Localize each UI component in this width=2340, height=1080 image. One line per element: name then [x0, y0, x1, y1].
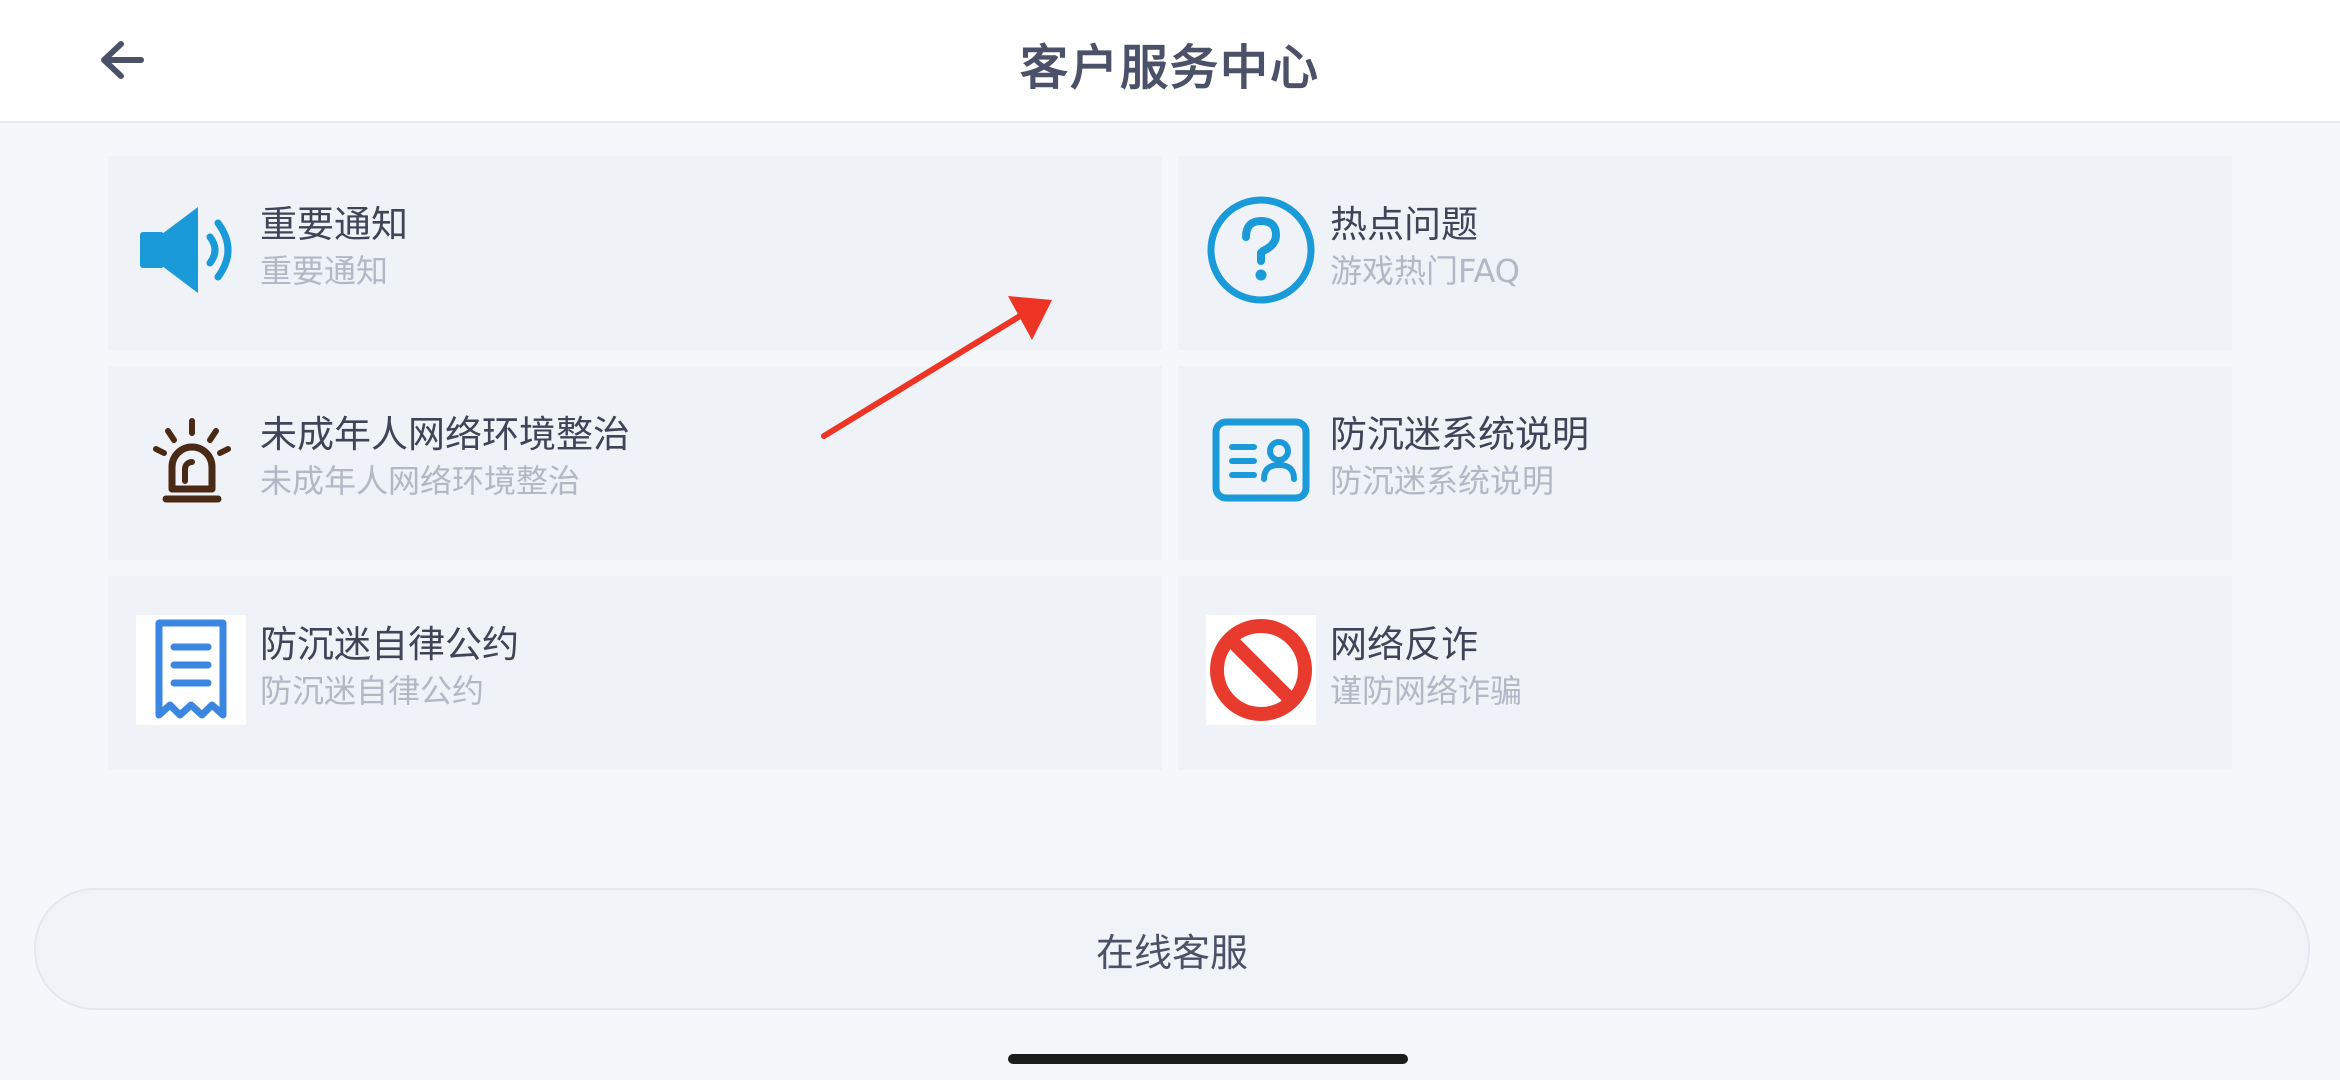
card-title: 网络反诈 — [1330, 623, 1478, 666]
card-title: 重要通知 — [260, 203, 408, 246]
receipt-icon — [136, 615, 246, 725]
card-anti-fraud[interactable]: 网络反诈 谨防网络诈骗 — [1178, 576, 2232, 770]
card-subtitle: 谨防网络诈骗 — [1330, 672, 1523, 710]
siren-icon — [136, 405, 246, 515]
card-anti-addiction-pledge[interactable]: 防沉迷自律公约 防沉迷自律公约 — [108, 576, 1162, 770]
card-subtitle: 未成年人网络环境整治 — [260, 462, 581, 500]
card-subtitle: 重要通知 — [260, 252, 389, 290]
card-title: 未成年人网络环境整治 — [260, 413, 630, 456]
speaker-icon — [136, 195, 246, 305]
card-subtitle: 游戏热门FAQ — [1330, 252, 1520, 290]
prohibited-icon — [1206, 615, 1316, 725]
question-circle-icon — [1206, 195, 1316, 305]
page-title: 客户服务中心 — [1019, 40, 1320, 96]
card-title: 防沉迷系统说明 — [1330, 413, 1589, 456]
online-service-button[interactable]: 在线客服 — [34, 888, 2310, 1010]
top-bar: 客户服务中心 — [0, 0, 2340, 123]
card-subtitle: 防沉迷系统说明 — [1330, 462, 1555, 500]
card-hot-questions[interactable]: 热点问题 游戏热门FAQ — [1178, 156, 2232, 350]
id-card-icon — [1206, 405, 1316, 515]
card-minor-internet[interactable]: 未成年人网络环境整治 未成年人网络环境整治 — [108, 366, 1162, 560]
card-title: 热点问题 — [1330, 203, 1478, 246]
service-grid: 重要通知 重要通知 热点问题 游戏热门FAQ 未成年人网络环境整治 未成年人网络… — [108, 156, 2232, 770]
card-title: 防沉迷自律公约 — [260, 623, 519, 666]
home-indicator[interactable] — [1008, 1054, 1408, 1064]
card-important-notice[interactable]: 重要通知 重要通知 — [108, 156, 1162, 350]
card-anti-addiction-system[interactable]: 防沉迷系统说明 防沉迷系统说明 — [1178, 366, 2232, 560]
card-subtitle: 防沉迷自律公约 — [260, 672, 485, 710]
